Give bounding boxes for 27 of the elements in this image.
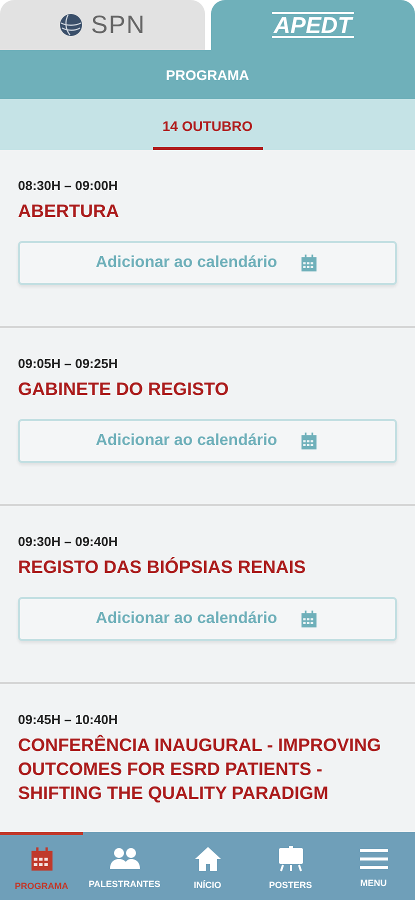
globe-icon — [59, 13, 84, 37]
session-time: 08:30H – 09:00H — [18, 178, 119, 193]
nav-item[interactable]: POSTERS — [249, 832, 332, 900]
spn-tab[interactable]: SPN — [0, 0, 204, 50]
nav-item[interactable]: MENU — [332, 832, 415, 900]
add-to-calendar-button[interactable]: Adicionar ao calendário — [18, 241, 397, 285]
calendar-icon — [299, 253, 320, 273]
calendar-icon — [299, 609, 320, 629]
session-time: 09:05H – 09:25H — [18, 356, 119, 371]
menu-icon — [360, 848, 388, 870]
session-title: ABERTURA — [18, 200, 120, 223]
easel-icon — [276, 846, 304, 872]
people-icon — [108, 846, 140, 870]
session-time: 09:45H – 10:40H — [18, 712, 119, 727]
add-to-calendar-button[interactable]: Adicionar ao calendário — [18, 597, 397, 641]
home-icon — [194, 846, 222, 872]
calendar-icon — [299, 431, 320, 451]
nav-item[interactable]: INÍCIO — [166, 832, 249, 900]
session-title: REGISTO DAS BIÓPSIAS RENAIS — [18, 556, 307, 579]
page-title: PROGRAMA — [166, 66, 250, 82]
session-time: 09:30H – 09:40H — [18, 534, 119, 549]
session-title: CONFERÊNCIA INAUGURAL - IMPROVING OUTCOMES FOR ESRD PATIENTS - SHIFTING THE QUALITY PARADIGM — [18, 734, 382, 805]
apedt-tab[interactable]: APEDT — [210, 0, 415, 50]
nav-item[interactable]: PROGRAMA — [0, 832, 83, 900]
add-to-calendar-button[interactable]: Adicionar ao calendário — [18, 419, 397, 463]
nav-item[interactable]: PALESTRANTES — [83, 832, 166, 900]
session-title: GABINETE DO REGISTO — [18, 378, 230, 401]
